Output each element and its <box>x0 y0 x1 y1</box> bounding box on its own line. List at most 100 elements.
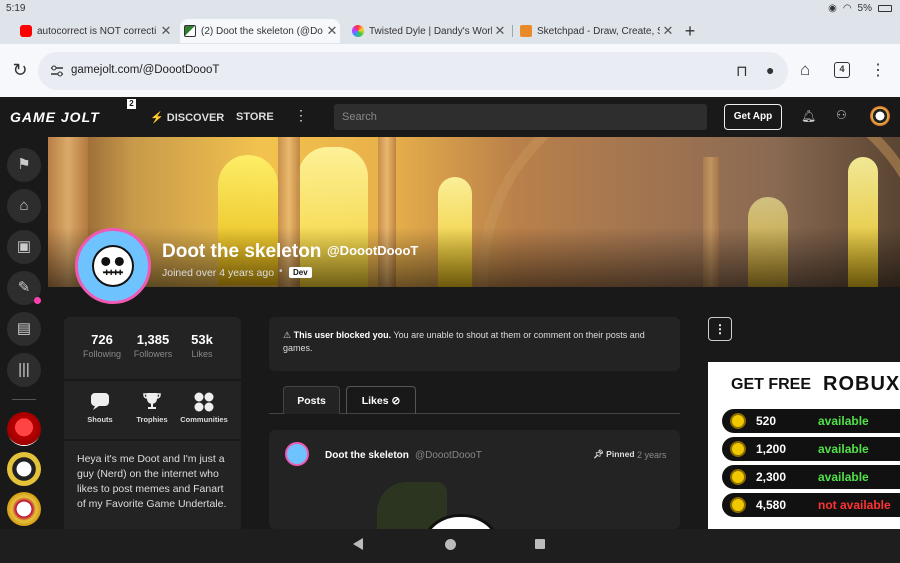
shouts-link[interactable]: Shouts <box>84 391 116 424</box>
community-avatar-1[interactable] <box>7 412 41 446</box>
ad-amount: 520 <box>756 414 777 428</box>
stat-likes[interactable]: 53k Likes <box>186 332 218 359</box>
browser-tab-strip: autocorrect is NOT correcti ✕ (2) Doot t… <box>0 18 900 44</box>
trophy-icon <box>134 391 170 413</box>
stat-following[interactable]: 726 Following <box>82 332 122 359</box>
communities-link[interactable]: Communities <box>180 391 228 424</box>
close-icon[interactable]: ✕ <box>660 23 676 39</box>
browser-toolbar: ↻ gamejolt.com/@DoootDoooT ⊓ ● <box>0 44 900 97</box>
community-avatar-3[interactable] <box>7 492 41 526</box>
browser-tab-2[interactable]: (2) Doot the skeleton (@Do ✕ <box>180 19 340 43</box>
joined-date: Joined over 4 years ago <box>162 267 275 279</box>
tab-likes[interactable]: Likes ⊘ <box>346 386 416 414</box>
user-avatar[interactable] <box>870 106 890 126</box>
advertisement[interactable]: GET FREE ROBUX 520 available 1,200 avail… <box>708 362 900 529</box>
pinned-text: Pinned <box>606 449 635 459</box>
post-author-avatar[interactable] <box>285 442 309 466</box>
browser-tab-3[interactable]: Twisted Dyle | Dandy's Worl ✕ <box>348 19 508 43</box>
coin-icon <box>730 441 746 457</box>
profile-links: Shouts Trophies Communities <box>64 381 241 439</box>
ad-amount: 4,580 <box>756 498 787 512</box>
address-bar[interactable]: gamejolt.com/@DoootDoooT ⊓ ● <box>38 52 788 90</box>
microphone-icon[interactable]: ● <box>766 62 774 78</box>
discover-icon: ⚡ <box>150 112 164 124</box>
skull-icon <box>92 245 134 287</box>
link-label: Trophies <box>136 415 168 424</box>
profile-more-icon[interactable]: ⋮ <box>708 317 732 341</box>
new-tab-plus-icon[interactable]: + <box>680 18 700 44</box>
search-input[interactable] <box>334 104 707 130</box>
close-icon[interactable]: ✕ <box>492 23 508 39</box>
tab-title: autocorrect is NOT correcti <box>37 25 157 37</box>
ad-row: 520 available <box>722 409 900 433</box>
hidden-eye-icon: ⊘ <box>391 395 401 407</box>
blocked-title: This user blocked you. <box>293 330 392 340</box>
clock: 5:19 <box>6 3 26 14</box>
stat-label: Followers <box>133 349 173 359</box>
sidebar-divider <box>12 399 36 400</box>
unread-dot <box>34 297 41 304</box>
bell-icon[interactable]: 🔔︎ <box>801 109 816 123</box>
stat-value: 726 <box>91 332 113 347</box>
post-card[interactable]: Doot the skeleton @DoootDoooT 📌︎ Pinned … <box>269 430 680 529</box>
stat-value: 1,385 <box>136 332 170 347</box>
stat-followers[interactable]: 1,385 Followers <box>130 332 176 359</box>
more-options-icon[interactable]: ⋮ <box>294 107 308 124</box>
nav-discover[interactable]: ⚡ DISCOVER <box>150 111 224 124</box>
stat-label: Following <box>82 349 122 359</box>
ad-status: available <box>818 442 869 456</box>
sidebar-chat-icon[interactable]: ▤ <box>7 312 41 346</box>
trophies-link[interactable]: Trophies <box>134 391 170 424</box>
link-label: Shouts <box>87 415 113 424</box>
communities-icon <box>180 391 228 413</box>
ad-row: 2,300 available <box>722 465 900 489</box>
sketchpad-icon <box>520 25 532 37</box>
ad-amount: 2,300 <box>756 470 787 484</box>
post-tabs: Posts Likes ⊘ <box>269 386 680 414</box>
gamejolt-logo[interactable]: GAME JOLT <box>10 109 100 125</box>
notification-icon: ◉ <box>828 3 837 14</box>
nav-store[interactable]: STORE <box>236 111 274 123</box>
reload-icon[interactable]: ↻ <box>8 58 32 82</box>
home-icon[interactable]: ⌂ <box>800 60 810 80</box>
close-icon[interactable]: ✕ <box>324 23 340 39</box>
battery-percent: 5% <box>857 3 872 14</box>
gamejolt-icon <box>184 25 196 37</box>
profile-stats: 726 Following 1,385 Followers 53k Likes <box>64 317 241 379</box>
left-sidebar: ⚑ ⌂ ▣ ✎ ▤ ||| <box>0 137 48 529</box>
ad-row: 4,580 not available <box>722 493 900 517</box>
ad-status: available <box>818 470 869 484</box>
gamejolt-navbar: GAME JOLT 2 ⚡ DISCOVER STORE ⋮ Get App 🔔… <box>0 97 900 137</box>
link-label: Communities <box>180 415 228 424</box>
sidebar-backpack-icon[interactable]: ▣ <box>7 230 41 264</box>
notification-count-badge: 2 <box>127 99 136 109</box>
close-icon[interactable]: ✕ <box>158 23 174 39</box>
ad-title: GET FREE <box>731 376 812 393</box>
bookmark-icon[interactable]: ⊓ <box>736 62 748 80</box>
post-author-name[interactable]: Doot the skeleton <box>325 450 409 461</box>
sidebar-activity-icon[interactable]: ⚑ <box>7 148 41 182</box>
community-avatar-2[interactable] <box>7 452 41 486</box>
sidebar-library-icon[interactable]: ||| <box>7 353 41 387</box>
tab-posts[interactable]: Posts <box>283 386 340 414</box>
home-circle-icon[interactable] <box>445 539 456 550</box>
tab-divider <box>512 25 513 37</box>
ad-row: 1,200 available <box>722 437 900 461</box>
recents-icon[interactable] <box>535 539 545 549</box>
get-app-button[interactable]: Get App <box>724 104 782 130</box>
browser-menu-icon[interactable]: ⋮ <box>870 60 886 80</box>
ad-brand: ROBUX <box>823 373 900 395</box>
stat-value: 53k <box>191 332 213 347</box>
tab-switcher-button[interactable]: 4 <box>834 62 850 78</box>
url-text[interactable]: gamejolt.com/@DoootDoooT <box>71 64 219 76</box>
site-settings-icon[interactable] <box>50 64 64 78</box>
profile-banner <box>48 137 900 287</box>
sidebar-store-icon[interactable]: ⌂ <box>7 189 41 223</box>
battery-icon <box>878 5 892 12</box>
friends-icon[interactable]: ⚇ <box>836 108 847 122</box>
tab-title: (2) Doot the skeleton (@Do <box>201 25 323 37</box>
browser-tab-4[interactable]: Sketchpad - Draw, Create, Sh ✕ <box>516 19 676 43</box>
profile-avatar[interactable] <box>75 228 151 304</box>
browser-tab-1[interactable]: autocorrect is NOT correcti ✕ <box>16 19 174 43</box>
back-icon[interactable] <box>353 538 363 550</box>
